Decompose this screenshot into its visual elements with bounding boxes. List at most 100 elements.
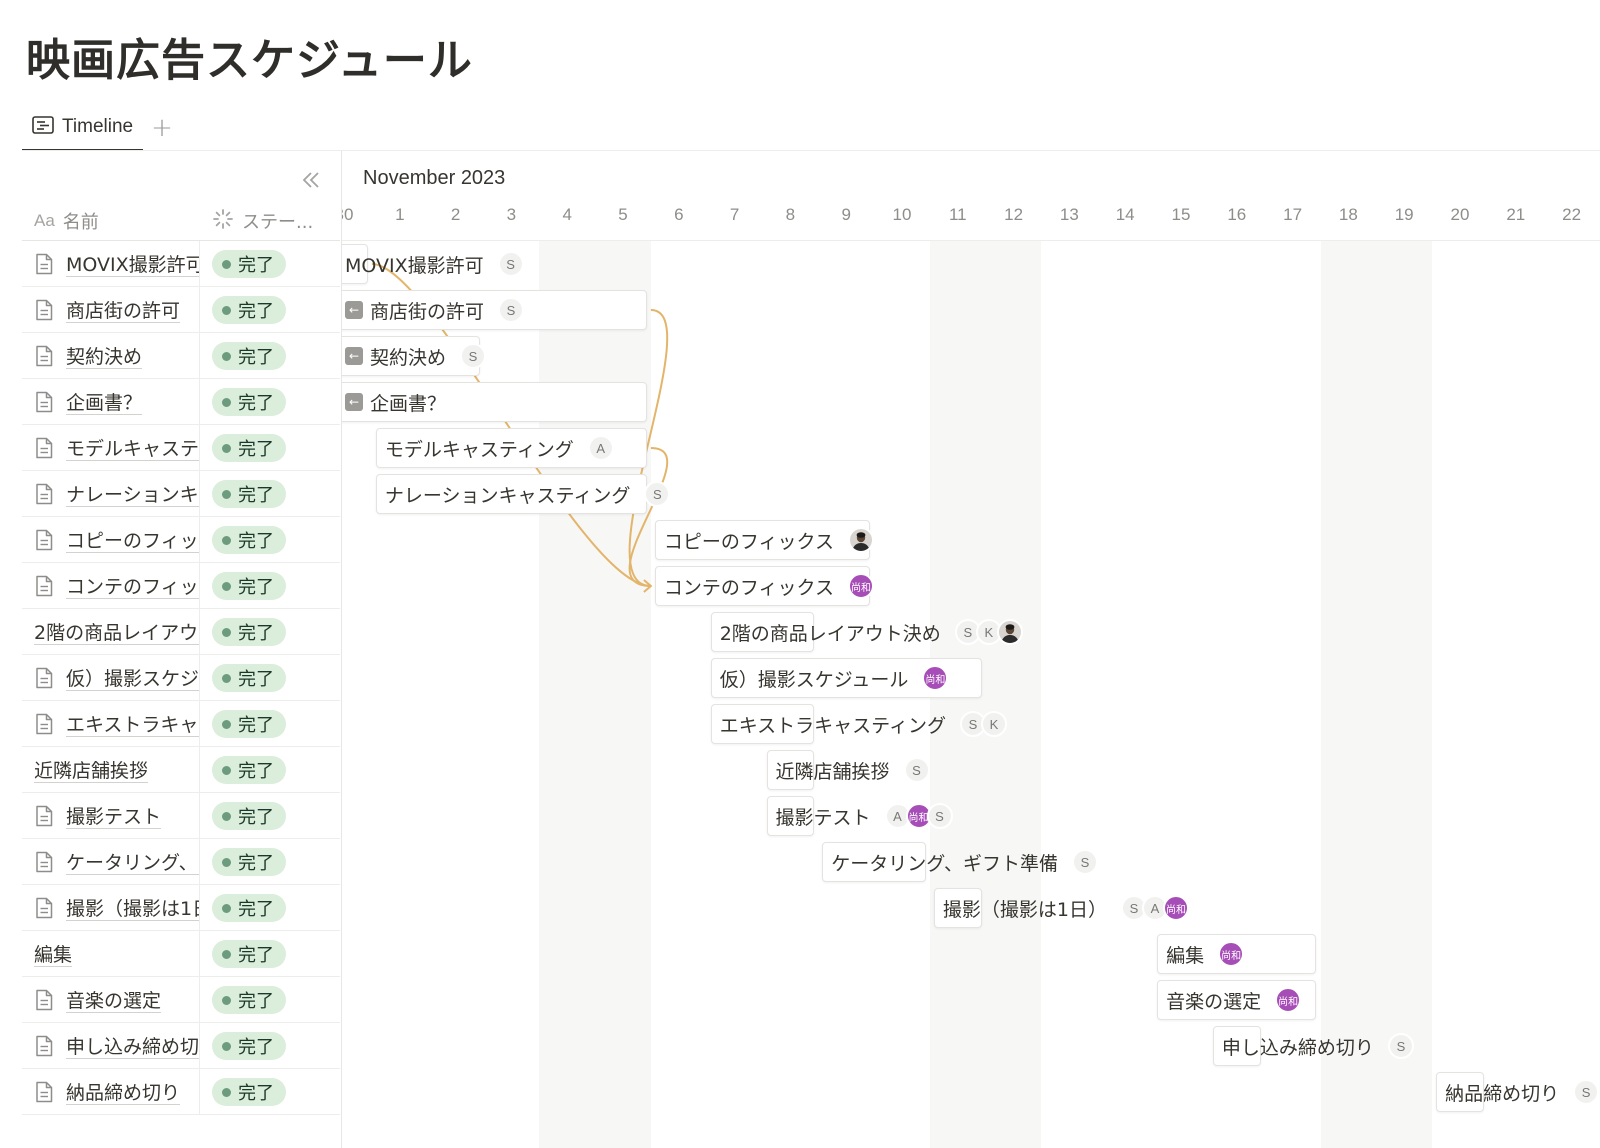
row-name-cell[interactable]: MOVIX撮影許可	[22, 241, 200, 286]
table-row[interactable]: 撮影（撮影は1日） 完了	[22, 885, 340, 931]
collapse-table-button[interactable]	[300, 169, 322, 191]
assignee-avatars[interactable]: S	[497, 251, 524, 277]
add-view-button[interactable]: +	[151, 115, 173, 141]
table-row[interactable]: モデルキャスティング 完了	[22, 425, 340, 471]
assignee-avatars[interactable]	[847, 527, 874, 553]
row-name-cell[interactable]: 近隣店舗挨拶	[22, 747, 200, 792]
assignee-avatars[interactable]: A 尚和 S	[884, 803, 953, 829]
status-label: 完了	[238, 623, 274, 644]
table-row[interactable]: MOVIX撮影許可 完了	[22, 241, 340, 287]
row-name-cell[interactable]: 撮影（撮影は1日）	[22, 885, 200, 930]
table-row[interactable]: 申し込み締め切り 完了	[22, 1023, 340, 1069]
row-name: 近隣店舗挨拶	[34, 760, 149, 782]
assignee-avatars[interactable]: S	[1387, 1033, 1414, 1059]
assignee-avatars[interactable]: S	[498, 297, 525, 323]
arrow-left-icon[interactable]: ←	[345, 347, 363, 365]
row-status-cell[interactable]: 完了	[212, 618, 286, 646]
status-badge: 完了	[212, 802, 286, 830]
table-row[interactable]: ケータリング、ギフト準備 完了	[22, 839, 340, 885]
row-name-cell[interactable]: 音楽の選定	[22, 977, 200, 1022]
table-row[interactable]: 編集 完了	[22, 931, 340, 977]
assignee-avatars[interactable]: S	[644, 481, 671, 507]
table-row[interactable]: 契約決め 完了	[22, 333, 340, 379]
row-name-cell[interactable]: 商店街の許可	[22, 287, 200, 332]
row-name: 商店街の許可	[66, 300, 181, 322]
table-row[interactable]: 音楽の選定 完了	[22, 977, 340, 1023]
row-name-cell[interactable]: 納品締め切り	[22, 1069, 200, 1114]
row-status-cell[interactable]: 完了	[212, 986, 286, 1014]
row-status-cell[interactable]: 完了	[212, 848, 286, 876]
assignee-avatars[interactable]: 尚和	[1275, 987, 1302, 1013]
row-status-cell[interactable]: 完了	[212, 250, 286, 278]
table-row[interactable]: コンテのフィックス 完了	[22, 563, 340, 609]
row-name-cell[interactable]: ケータリング、ギフト準備	[22, 839, 200, 884]
timeline-canvas[interactable]: November 2023 30123456789101112131415161…	[342, 151, 1600, 1148]
row-name-cell[interactable]: 仮）撮影スケジュール	[22, 655, 200, 700]
assignee-avatars[interactable]: 尚和	[847, 573, 874, 599]
row-status-cell[interactable]: 完了	[212, 572, 286, 600]
status-label: 完了	[238, 1083, 274, 1104]
row-name-cell[interactable]: コピーのフィックス	[22, 517, 200, 562]
table-row[interactable]: 2階の商品レイアウト決め 完了	[22, 609, 340, 655]
table-row[interactable]: 納品締め切り 完了	[22, 1069, 340, 1115]
tab-timeline[interactable]: Timeline	[22, 105, 144, 151]
row-name-cell[interactable]: 2階の商品レイアウト決め	[22, 609, 200, 654]
table-row[interactable]: ナレーションキャスティング 完了	[22, 471, 340, 517]
assignee-avatars[interactable]: A	[587, 435, 614, 461]
row-name-cell[interactable]: モデルキャスティング	[22, 425, 200, 470]
column-header-name[interactable]: Aa 名前	[34, 203, 99, 239]
row-status-cell[interactable]: 完了	[212, 802, 286, 830]
row-status-cell[interactable]: 完了	[212, 664, 286, 692]
status-badge: 完了	[212, 480, 286, 508]
table-row[interactable]: 撮影テスト 完了	[22, 793, 340, 839]
status-badge: 完了	[212, 572, 286, 600]
table-row[interactable]: エキストラキャスティング 完了	[22, 701, 340, 747]
page-icon	[34, 713, 54, 735]
row-status-cell[interactable]: 完了	[212, 296, 286, 324]
status-badge: 完了	[212, 296, 286, 324]
row-name-cell[interactable]: 撮影テスト	[22, 793, 200, 838]
assignee-avatars[interactable]: S A 尚和	[1120, 895, 1189, 921]
row-status-cell[interactable]: 完了	[212, 940, 286, 968]
user-photo-avatar	[847, 527, 874, 553]
row-status-cell[interactable]: 完了	[212, 1078, 286, 1106]
table-row[interactable]: 企画書？ 完了	[22, 379, 340, 425]
table-row[interactable]: 仮）撮影スケジュール 完了	[22, 655, 340, 701]
row-name-cell[interactable]: 契約決め	[22, 333, 200, 378]
page-icon	[34, 805, 54, 827]
assignee-avatars[interactable]: S	[1071, 849, 1098, 875]
row-status-cell[interactable]: 完了	[212, 388, 286, 416]
table-row[interactable]: 近隣店舗挨拶 完了	[22, 747, 340, 793]
arrow-left-icon[interactable]: ←	[345, 393, 363, 411]
row-status-cell[interactable]: 完了	[212, 710, 286, 738]
row-status-cell[interactable]: 完了	[212, 894, 286, 922]
status-dot-icon	[222, 903, 231, 913]
row-name-cell[interactable]: 企画書？	[22, 379, 200, 424]
view-tabs: Timeline +	[22, 104, 173, 152]
user-avatar: 尚和	[922, 665, 949, 691]
status-label: 完了	[238, 761, 274, 782]
table-panel: Aa 名前 ステー... MOVIX撮影許可 完了 商店街の許可 完了 契約決め 完了 企画…	[22, 151, 342, 1148]
arrow-left-icon[interactable]: ←	[345, 301, 363, 319]
table-row[interactable]: コピーのフィックス 完了	[22, 517, 340, 563]
row-name-cell[interactable]: コンテのフィックス	[22, 563, 200, 608]
row-status-cell[interactable]: 完了	[212, 480, 286, 508]
column-header-status[interactable]: ステー...	[212, 203, 313, 239]
assignee-avatars[interactable]: S	[460, 343, 487, 369]
assignee-avatars[interactable]: SK	[959, 711, 1007, 737]
assignee-avatars[interactable]: SK	[954, 619, 1023, 645]
row-status-cell[interactable]: 完了	[212, 1032, 286, 1060]
row-status-cell[interactable]: 完了	[212, 756, 286, 784]
assignee-avatars[interactable]: S	[1573, 1079, 1600, 1105]
table-row[interactable]: 商店街の許可 完了	[22, 287, 340, 333]
row-name-cell[interactable]: ナレーションキャスティング	[22, 471, 200, 516]
assignee-avatars[interactable]: S	[903, 757, 930, 783]
assignee-avatars[interactable]: 尚和	[1218, 941, 1245, 967]
row-status-cell[interactable]: 完了	[212, 526, 286, 554]
row-status-cell[interactable]: 完了	[212, 342, 286, 370]
assignee-avatars[interactable]: 尚和	[922, 665, 949, 691]
row-name-cell[interactable]: エキストラキャスティング	[22, 701, 200, 746]
row-name-cell[interactable]: 申し込み締め切り	[22, 1023, 200, 1068]
row-status-cell[interactable]: 完了	[212, 434, 286, 462]
row-name-cell[interactable]: 編集	[22, 931, 200, 976]
